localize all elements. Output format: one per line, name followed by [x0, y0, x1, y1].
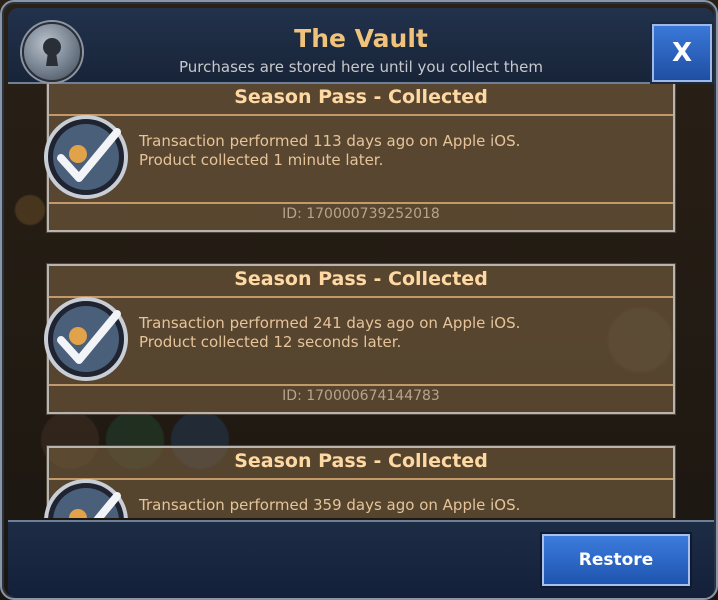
- purchase-id: ID: 170000739252018: [282, 206, 440, 222]
- purchase-transaction-text: Transaction performed 359 days ago on Ap…: [139, 496, 521, 514]
- purchase-list[interactable]: Season Pass - Collected Transaction perf…: [14, 84, 702, 518]
- purchase-collected-text: Product collected 1 minute later.: [139, 151, 384, 169]
- season-pass-checkmark-icon: [43, 296, 129, 382]
- purchase-collected-text: Product collected 12 seconds later.: [139, 333, 402, 351]
- vault-dialog: The Vault Purchases are stored here unti…: [0, 0, 718, 600]
- dialog-title: The Vault: [294, 24, 428, 53]
- purchase-details: Transaction performed 359 days ago on Ap…: [139, 496, 520, 515]
- purchase-card: Season Pass - Collected Transaction perf…: [44, 446, 675, 518]
- dialog-header: The Vault Purchases are stored here unti…: [8, 8, 714, 84]
- purchase-card: Season Pass - Collected Transaction perf…: [44, 84, 675, 232]
- purchase-transaction-text: Transaction performed 113 days ago on Ap…: [139, 132, 521, 150]
- purchase-transaction-text: Transaction performed 241 days ago on Ap…: [139, 314, 521, 332]
- dialog-footer: Restore: [8, 520, 714, 598]
- purchase-title: Season Pass - Collected: [49, 268, 673, 298]
- dialog-subtitle: Purchases are stored here until you coll…: [179, 58, 543, 76]
- restore-button[interactable]: Restore: [542, 534, 690, 586]
- close-button[interactable]: X: [652, 24, 712, 82]
- purchase-id: ID: 170000674144783: [282, 388, 440, 404]
- purchase-title: Season Pass - Collected: [49, 450, 673, 480]
- purchase-details: Transaction performed 241 days ago on Ap…: [139, 314, 520, 352]
- season-pass-checkmark-icon: [43, 114, 129, 200]
- purchase-card: Season Pass - Collected Transaction perf…: [44, 264, 675, 414]
- purchase-details: Transaction performed 113 days ago on Ap…: [139, 132, 520, 170]
- purchase-title: Season Pass - Collected: [49, 86, 673, 116]
- season-pass-checkmark-icon: [43, 478, 129, 518]
